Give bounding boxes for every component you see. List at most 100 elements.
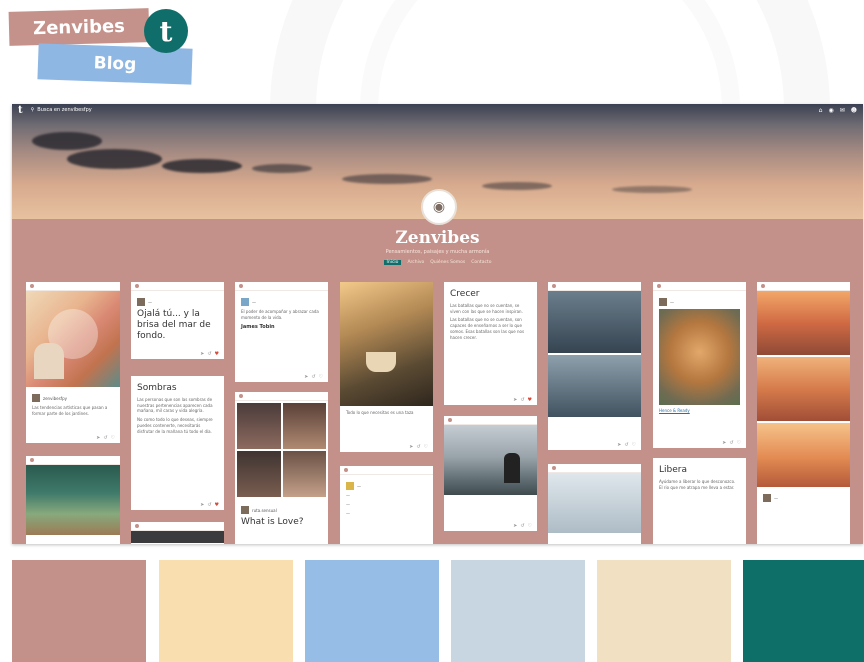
blog-title: Zenvibes: [395, 228, 480, 248]
share-icon[interactable]: ➤: [513, 397, 517, 403]
sleeping-face-icon: ◉: [432, 199, 446, 215]
share-icon[interactable]: ➤: [513, 523, 517, 529]
post-photo: [548, 291, 641, 353]
color-swatch: [12, 560, 146, 662]
heart-icon[interactable]: ♥: [215, 502, 219, 508]
color-swatch: [743, 560, 864, 662]
post-text: Las tendencias artísticas que pasan a fo…: [32, 405, 108, 416]
tumblr-icon: t: [144, 9, 188, 53]
post-author: James Tobin: [241, 323, 275, 330]
post-title: What is Love?: [241, 517, 304, 527]
post-text: No como todo lo que deseas, siempre pued…: [137, 417, 213, 434]
post-card[interactable]: ➤ ↺ ♡: [444, 416, 537, 531]
search-icon: ⚲: [30, 107, 35, 113]
post-card[interactable]: — Ojalá tú... y la brisa del mar de fond…: [131, 282, 224, 359]
blog-screenshot: t ⚲ Busca en zenvibesfpy ⌂ ◉ ✉ ☻ ◉ Zenvi…: [12, 104, 863, 544]
post-photo-grid: [235, 401, 328, 499]
post-photo: [548, 473, 641, 533]
post-title: Ojalá tú... y la brisa del mar de fondo.: [137, 309, 211, 341]
reblog-icon[interactable]: ↺: [103, 435, 107, 441]
share-icon[interactable]: ➤: [200, 351, 204, 357]
user-icon[interactable]: ☻: [851, 107, 857, 114]
post-photo: [757, 357, 850, 421]
top-navbar: t ⚲ Busca en zenvibesfpy ⌂ ◉ ✉ ☻: [12, 104, 863, 116]
post-card[interactable]: Crecer Las batallas que no se cuentan, s…: [444, 282, 537, 405]
post-card[interactable]: — Hence & Ready ➤ ↺ ♡: [653, 282, 746, 448]
post-username[interactable]: ruta.sensual: [252, 508, 277, 513]
blog-avatar[interactable]: ◉: [421, 189, 457, 225]
reblog-icon[interactable]: ↺: [207, 502, 211, 508]
nav-item[interactable]: Archivo: [407, 260, 424, 265]
heart-icon[interactable]: ♡: [424, 444, 428, 450]
reblog-icon[interactable]: ↺: [416, 444, 420, 450]
post-title: Crecer: [450, 289, 480, 299]
post-photo: [659, 309, 740, 405]
share-icon[interactable]: ➤: [200, 502, 204, 508]
post-card[interactable]: — El poder de acompañar y abrazar cada m…: [235, 282, 328, 382]
nav-item[interactable]: Inicio: [383, 260, 402, 265]
post-photo: [548, 355, 641, 417]
heart-icon[interactable]: ♡: [111, 435, 115, 441]
post-text: Las batallas que no se cuentan, son capa…: [450, 317, 525, 340]
post-text: El poder de acompañar y abrazar cada mom…: [241, 309, 319, 320]
reblog-icon[interactable]: ↺: [207, 351, 211, 357]
post-link[interactable]: Hence & Ready: [659, 408, 740, 413]
reblog-icon[interactable]: ↺: [520, 523, 524, 529]
post-title: Sombras: [137, 383, 177, 393]
search-input[interactable]: Busca en zenvibesfpy: [37, 107, 91, 113]
post-photo: [757, 423, 850, 487]
heart-icon[interactable]: ♥: [528, 397, 532, 403]
tumblr-logo[interactable]: t: [18, 105, 23, 116]
post-card[interactable]: Libera Ayúdame a liberar lo que desconoz…: [653, 458, 746, 544]
post-username[interactable]: zenvibesfpy: [43, 396, 67, 401]
post-card[interactable]: zenvibesfpy Las tendencias artísticas qu…: [26, 282, 120, 443]
reblog-icon[interactable]: ↺: [311, 374, 315, 380]
share-icon[interactable]: ➤: [409, 444, 413, 450]
post-card[interactable]: [548, 464, 641, 544]
post-title: Libera: [659, 465, 687, 475]
post-photo: [26, 465, 120, 535]
reblog-icon[interactable]: ↺: [624, 442, 628, 448]
post-card[interactable]: Todo lo que necesitas es una taza ➤ ↺ ♡: [340, 282, 433, 452]
post-illustration: [26, 291, 120, 387]
nav-item[interactable]: Quiénes Somos: [430, 260, 465, 265]
post-card[interactable]: [26, 456, 120, 544]
mail-icon[interactable]: ✉: [840, 107, 845, 114]
heart-icon[interactable]: ♡: [737, 440, 741, 446]
topbar-icons: ⌂ ◉ ✉ ☻: [819, 107, 857, 114]
nav-item[interactable]: Contacto: [471, 260, 491, 265]
share-icon[interactable]: ➤: [722, 440, 726, 446]
post-photo: [340, 282, 433, 406]
home-icon[interactable]: ⌂: [819, 107, 823, 114]
post-card[interactable]: —: [757, 282, 850, 544]
post-photo: [757, 291, 850, 355]
post-text: Las batallas que no se cuentan, se viven…: [450, 302, 523, 314]
post-card[interactable]: Sombras Las personas que son las sombras…: [131, 376, 224, 510]
post-text: Ayúdame a liberar lo que desconozco. El …: [659, 478, 736, 490]
search-box[interactable]: ⚲ Busca en zenvibesfpy: [31, 107, 92, 113]
heart-icon[interactable]: ♡: [632, 442, 636, 448]
heart-icon[interactable]: ♡: [319, 374, 323, 380]
color-swatch: [159, 560, 293, 662]
blog-description: Pensamientos, paisajes y mucha armonía: [385, 249, 490, 255]
color-swatch: [451, 560, 585, 662]
color-swatch: [305, 560, 439, 662]
reblog-icon[interactable]: ↺: [729, 440, 733, 446]
share-icon[interactable]: ➤: [617, 442, 621, 448]
heart-icon[interactable]: ♥: [215, 351, 219, 357]
post-card[interactable]: — — — —: [340, 466, 433, 544]
brand-label: Zenvibes: [8, 8, 150, 46]
share-icon[interactable]: ➤: [304, 374, 308, 380]
post-caption: Todo lo que necesitas es una taza: [346, 410, 414, 415]
post-card[interactable]: ruta.sensual What is Love?: [235, 392, 328, 544]
post-text: Las personas que son las sombras de nues…: [137, 396, 213, 414]
post-photo: [444, 425, 537, 495]
reblog-icon[interactable]: ↺: [520, 397, 524, 403]
heart-icon[interactable]: ♡: [528, 523, 532, 529]
post-card[interactable]: ➤ ↺ ♡: [548, 282, 641, 450]
share-icon[interactable]: ➤: [96, 435, 100, 441]
color-swatch: [597, 560, 731, 662]
post-card[interactable]: [131, 522, 224, 544]
compass-icon[interactable]: ◉: [828, 107, 833, 114]
blog-nav: Inicio Archivo Quiénes Somos Contacto: [12, 260, 863, 265]
